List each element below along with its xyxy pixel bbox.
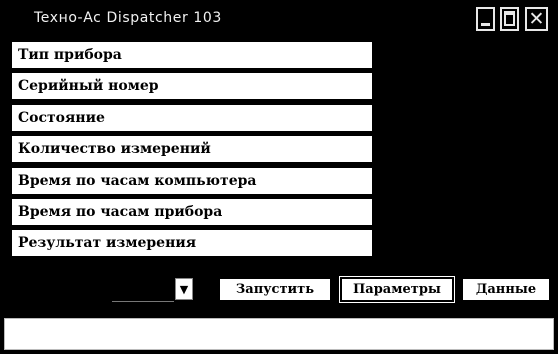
app-window: Texно-Ac Dispatcher 103 ✕ Тип прибора Се… xyxy=(0,0,558,354)
info-fields: Тип прибора Серийный номер Состояние Кол… xyxy=(12,42,372,262)
parameters-button[interactable]: Параметры xyxy=(339,276,455,303)
field-state: Состояние xyxy=(12,104,372,131)
maximize-button[interactable] xyxy=(500,7,519,31)
field-serial-number: Серийный номер xyxy=(12,73,372,100)
field-measurement-result: Результат измерения xyxy=(12,230,372,257)
window-title: Texно-Ac Dispatcher 103 xyxy=(34,10,222,26)
field-device-time: Время по часам прибора xyxy=(12,198,372,225)
maximize-icon xyxy=(504,11,515,26)
close-icon: ✕ xyxy=(528,8,545,30)
chevron-down-icon[interactable]: ▼ xyxy=(175,278,193,300)
port-select-value[interactable] xyxy=(112,276,174,302)
data-button[interactable]: Данные xyxy=(463,279,549,300)
close-button[interactable]: ✕ xyxy=(525,7,548,31)
minimize-icon xyxy=(481,23,490,26)
status-bar xyxy=(4,318,554,350)
field-measurement-count: Количество измерений xyxy=(12,136,372,163)
field-device-type: Тип прибора xyxy=(12,42,372,68)
field-computer-time: Время по часам компьютера xyxy=(12,167,372,194)
minimize-button[interactable] xyxy=(476,7,495,31)
run-button[interactable]: Запустить xyxy=(220,279,330,300)
title-bar[interactable]: Texно-Ac Dispatcher 103 ✕ xyxy=(0,0,558,38)
